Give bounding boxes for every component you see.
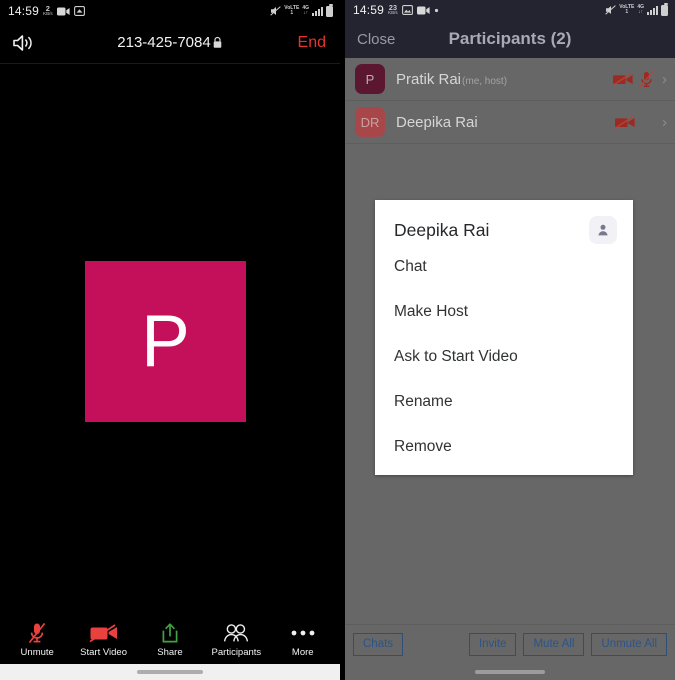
bottom-actions-group: Invite Mute All Unmute All: [468, 633, 667, 656]
left-home-indicator-area: [0, 664, 340, 680]
participant-status-icons: ›: [614, 114, 667, 131]
participant-name-row: Pratik Rai (me, host): [396, 71, 507, 88]
home-indicator[interactable]: [475, 670, 545, 674]
video-stage[interactable]: P: [0, 64, 340, 622]
share-upload-icon: [160, 622, 180, 644]
list-item[interactable]: P Pratik Rai (me, host) ›: [345, 58, 675, 101]
video-off-icon: [89, 622, 119, 644]
microphone-muted-icon[interactable]: [639, 71, 654, 88]
status-bar-right: VoLTE 1 4G ↓↑: [605, 0, 668, 20]
volte-icon: VoLTE 1: [619, 3, 635, 15]
dialog-option-ask-to-start-video[interactable]: Ask to Start Video: [375, 334, 633, 379]
avatar: DR: [355, 107, 385, 137]
dialog-option-make-host[interactable]: Make Host: [375, 289, 633, 334]
dialog-header: Deepika Rai: [375, 200, 633, 244]
network-4g-lte-icon: 4G ↓↑: [637, 3, 644, 15]
right-status-bar: 14:59 23 KB/s VoLTE 1 4G ↓↑: [345, 0, 675, 20]
invite-button[interactable]: Invite: [468, 633, 517, 656]
participant-name: Pratik Rai: [396, 70, 462, 88]
home-indicator[interactable]: [137, 670, 203, 674]
more-dots-icon: [290, 622, 316, 644]
data-rate-indicator: 2 KB/s: [43, 3, 53, 17]
person-icon[interactable]: [589, 216, 617, 244]
dual-screen-container: 14:59 2KB/s VoLTEVoLTE11: [0, 0, 675, 680]
avatar: P: [355, 64, 385, 94]
toolbar-label: Share: [157, 647, 183, 658]
dialog-option-chat[interactable]: Chat: [375, 244, 633, 289]
close-button[interactable]: Close: [357, 31, 395, 48]
image-icon: [401, 5, 413, 15]
toolbar-label: Unmute: [20, 647, 54, 658]
chevron-right-icon[interactable]: ›: [662, 71, 667, 88]
chevron-right-icon[interactable]: ›: [662, 114, 667, 131]
participant-name: Deepika Rai: [396, 113, 478, 131]
in-call-screen: 14:59 2KB/s VoLTEVoLTE11: [0, 0, 340, 680]
volte-icon: VoLTEVoLTE11: [284, 4, 300, 16]
participant-subtitle: (me, host): [462, 75, 508, 87]
screen-cast-icon: [73, 6, 85, 16]
toolbar-item-share[interactable]: Share: [139, 622, 201, 658]
call-toolbar: Unmute Start Video Share Participants Mo…: [0, 622, 340, 664]
self-avatar-tile[interactable]: P: [85, 261, 246, 422]
dialog-title: Deepika Rai: [394, 219, 490, 240]
participant-name-row: Deepika Rai: [396, 114, 478, 131]
battery-icon: [661, 2, 668, 16]
video-off-icon[interactable]: [612, 72, 634, 87]
toolbar-label: Start Video: [80, 647, 127, 658]
participants-list: P Pratik Rai (me, host) › DR Deepika Rai…: [345, 58, 675, 144]
list-item[interactable]: DR Deepika Rai ›: [345, 101, 675, 144]
avatar-initials: DR: [360, 114, 380, 130]
dialog-option-remove[interactable]: Remove: [375, 424, 633, 469]
participants-bottom-bar: Chats Invite Mute All Unmute All: [345, 624, 675, 664]
participants-icon: [223, 622, 249, 644]
mute-bell-icon: [605, 5, 616, 15]
dialog-option-rename[interactable]: Rename: [375, 379, 633, 424]
signal-bars-icon: [312, 6, 323, 16]
toolbar-item-participants[interactable]: Participants: [205, 622, 267, 658]
dot-icon: [434, 8, 439, 13]
microphone-muted-icon: [27, 622, 47, 644]
video-recording-icon: [56, 7, 70, 16]
mute-bell-icon: [270, 6, 281, 16]
video-off-icon[interactable]: [614, 115, 636, 130]
data-rate-indicator: 23 KB/s: [388, 2, 398, 16]
unmute-all-button[interactable]: Unmute All: [591, 633, 667, 656]
status-time: 14:59: [353, 3, 385, 17]
call-phone-number: 213-425-7084: [117, 34, 211, 51]
avatar-initial: P: [141, 301, 190, 382]
participant-action-dialog: Deepika Rai Chat Make Host Ask to Start …: [375, 200, 633, 475]
toolbar-label: Participants: [211, 647, 262, 658]
signal-bars-icon: [647, 5, 658, 15]
speaker-on-icon[interactable]: [12, 34, 34, 52]
participant-status-icons: ›: [612, 71, 667, 88]
right-home-indicator-area: [345, 664, 675, 680]
end-call-button[interactable]: End: [298, 34, 326, 52]
toolbar-item-unmute[interactable]: Unmute: [6, 622, 68, 658]
status-time: 14:59: [8, 4, 40, 18]
lock-icon: [212, 36, 223, 49]
chats-button[interactable]: Chats: [353, 633, 404, 656]
toolbar-label: More: [291, 647, 314, 658]
toolbar-item-start-video[interactable]: Start Video: [73, 622, 135, 658]
mute-all-button[interactable]: Mute All: [523, 633, 585, 656]
avatar-initials: P: [365, 71, 375, 87]
status-bar-right: VoLTEVoLTE11 4G↓↑: [270, 0, 333, 22]
participants-header: Close Participants (2): [345, 20, 675, 58]
status-bar-left: 14:59 2 KB/s: [8, 4, 85, 18]
participants-screen: 14:59 23 KB/s VoLTE 1 4G ↓↑ Close Partic…: [340, 0, 675, 680]
status-bar-left: 14:59 23 KB/s: [353, 3, 439, 17]
left-status-bar: 14:59 2KB/s VoLTEVoLTE11: [0, 0, 340, 22]
toolbar-item-more[interactable]: More: [272, 622, 334, 658]
battery-icon: [326, 3, 333, 17]
call-title: 213-425-7084: [0, 34, 340, 51]
video-recording-icon: [416, 6, 430, 15]
network-4g-lte-icon: 4G ↓↑: [302, 4, 309, 16]
call-bar: 213-425-7084 End: [0, 22, 340, 64]
